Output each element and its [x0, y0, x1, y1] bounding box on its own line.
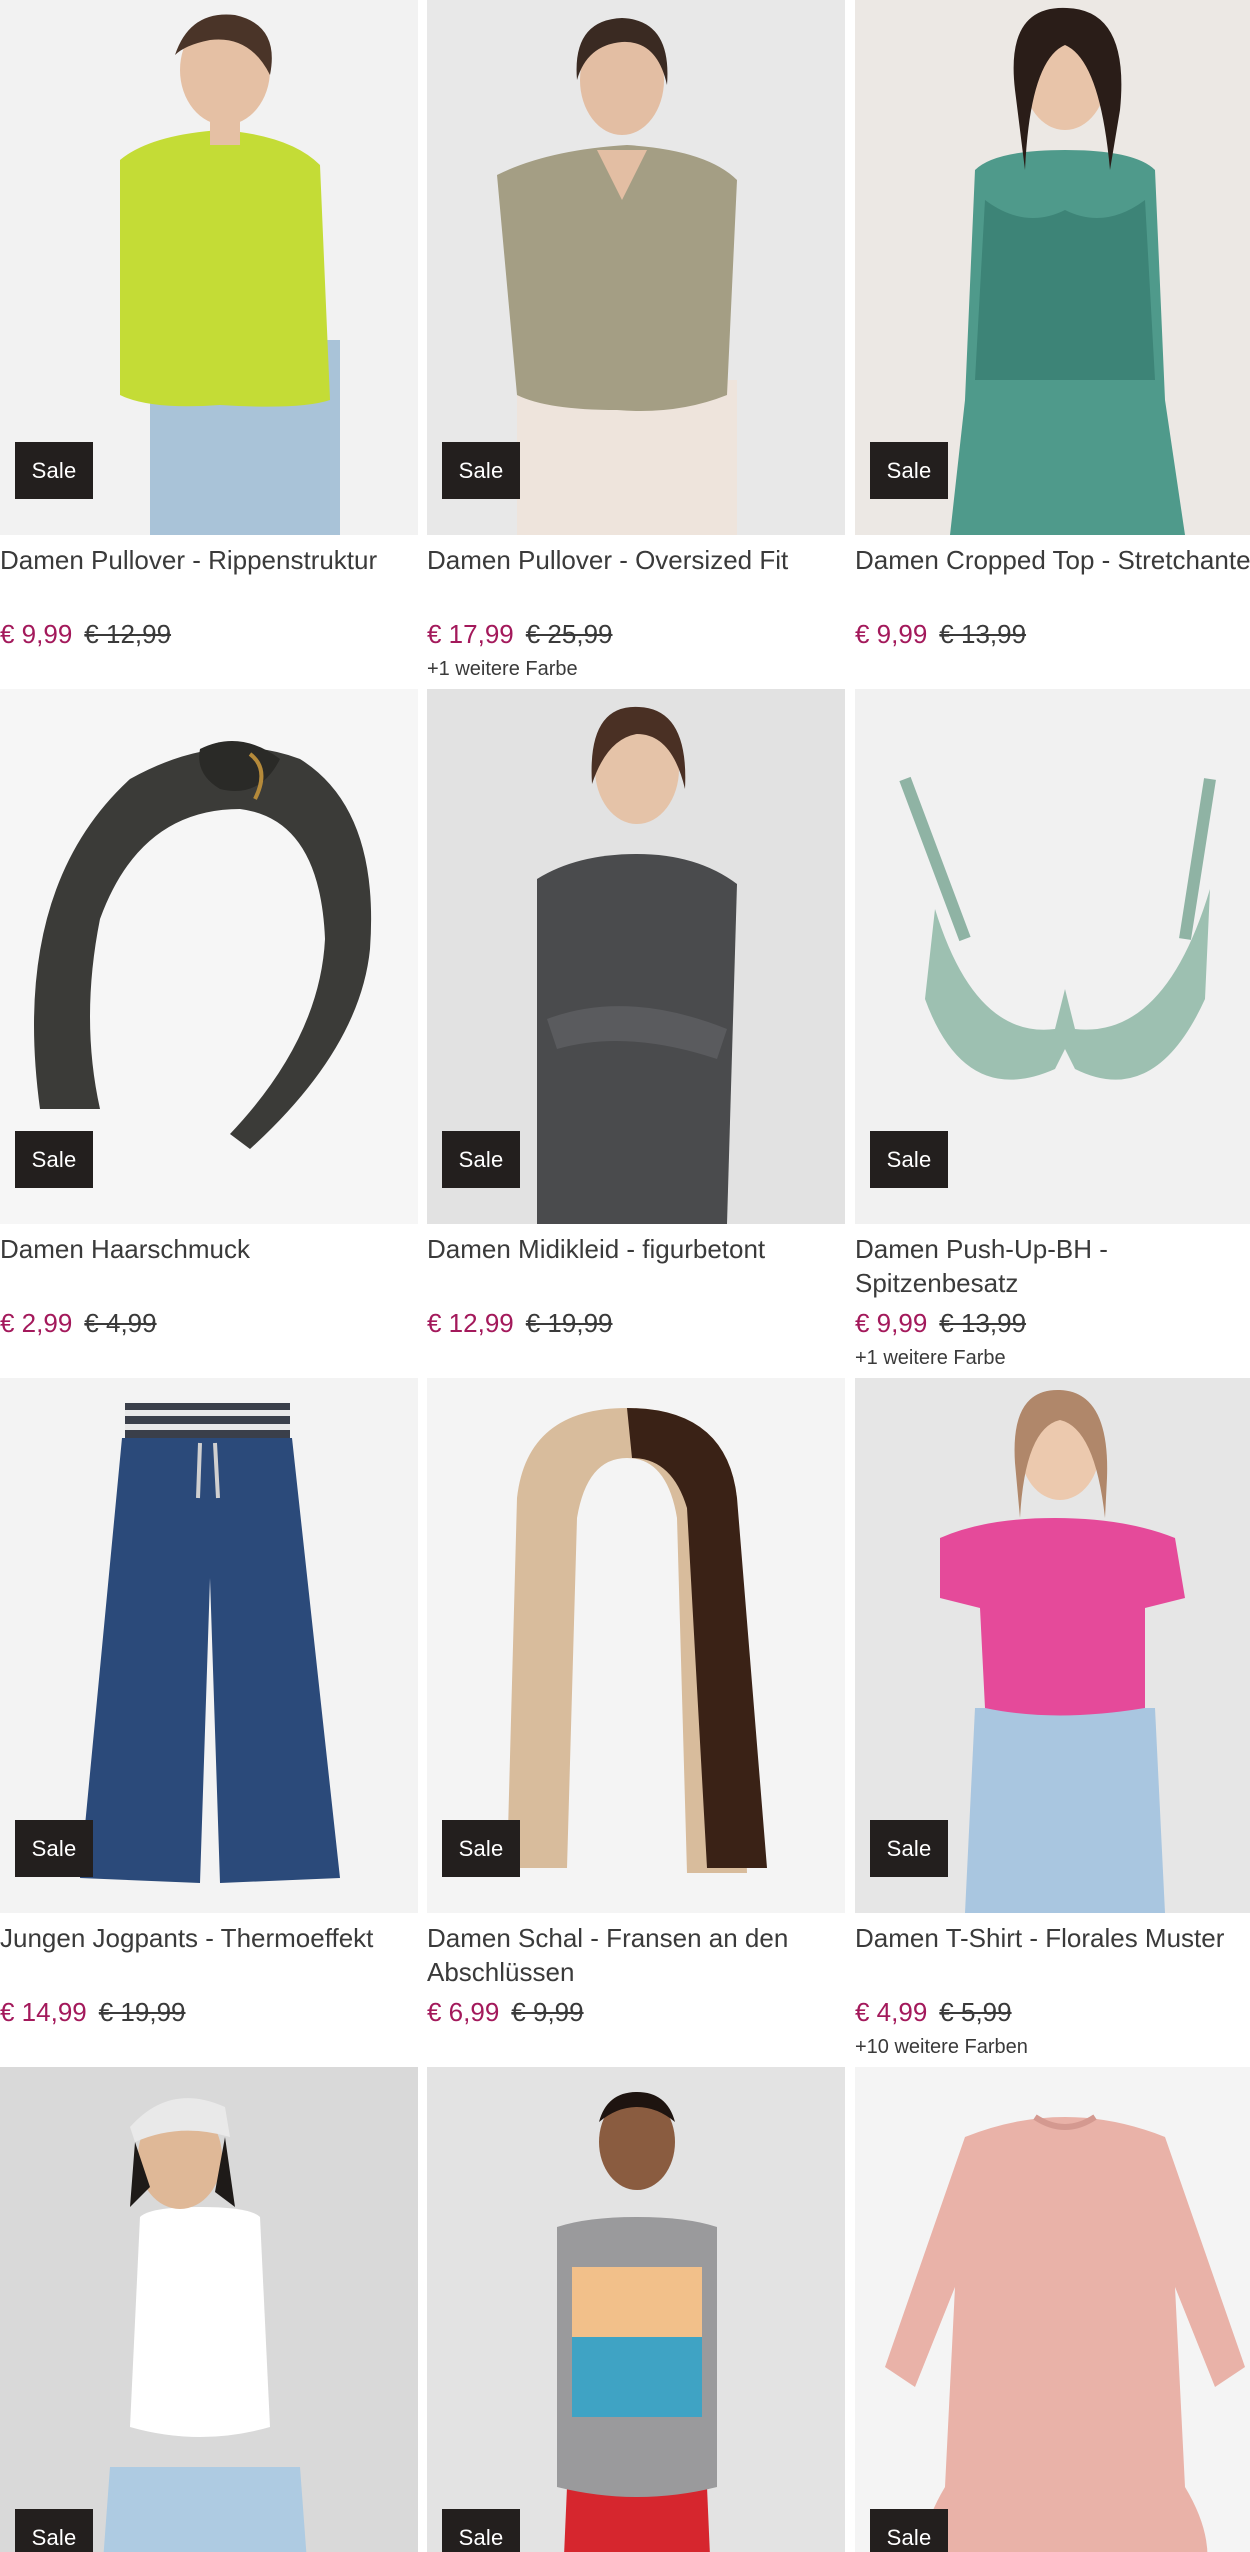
old-price: € 13,99	[939, 619, 1027, 649]
product-image[interactable]: Sale	[427, 689, 845, 1224]
sale-badge: Sale	[15, 1820, 93, 1877]
sale-price: € 2,99	[0, 1308, 73, 1338]
product-card[interactable]: Sale Damen Haarschmuck € 2,99 € 4,99	[0, 689, 418, 1345]
price-row: € 9,99 € 13,99	[855, 616, 1250, 652]
product-image[interactable]: Sale	[855, 0, 1250, 535]
sale-price: € 12,99	[427, 1308, 514, 1338]
old-price: € 13,99	[939, 1308, 1027, 1338]
old-price: € 19,99	[525, 1308, 613, 1338]
product-card[interactable]: Sale Damen Pullover - Rippenstruktur € 9…	[0, 0, 418, 656]
product-card[interactable]: Sale	[0, 2067, 418, 2552]
more-colors-label[interactable]: +10 weitere Farben	[855, 2034, 1250, 2060]
old-price: € 19,99	[98, 1997, 186, 2027]
product-title[interactable]: Damen Pullover - Rippenstruktur	[0, 543, 418, 611]
product-card[interactable]: Sale	[427, 2067, 845, 2552]
price-row: € 17,99 € 25,99	[427, 616, 845, 652]
price-row: € 4,99 € 5,99	[855, 1994, 1250, 2030]
sale-price: € 9,99	[855, 1308, 928, 1338]
product-title[interactable]: Damen Schal - Fransen an den Abschlüssen	[427, 1921, 845, 1989]
old-price: € 12,99	[84, 619, 172, 649]
product-card[interactable]: Sale Damen Midikleid - figurbetont € 12,…	[427, 689, 845, 1345]
product-image[interactable]: Sale	[427, 1378, 845, 1913]
sale-price: € 6,99	[427, 1997, 500, 2027]
sale-badge: Sale	[870, 442, 948, 499]
sale-price: € 4,99	[855, 1997, 928, 2027]
old-price: € 25,99	[525, 619, 613, 649]
product-image[interactable]: Sale	[0, 2067, 418, 2552]
product-title[interactable]: Damen Haarschmuck	[0, 1232, 418, 1300]
product-title[interactable]: Damen Midikleid - figurbetont	[427, 1232, 845, 1300]
product-title[interactable]: Jungen Jogpants - Thermoeffekt	[0, 1921, 418, 1989]
sale-price: € 9,99	[855, 619, 928, 649]
sale-badge: Sale	[15, 442, 93, 499]
product-title[interactable]: Damen T-Shirt - Florales Muster	[855, 1921, 1250, 1989]
sale-price: € 14,99	[0, 1997, 87, 2027]
price-row: € 2,99 € 4,99	[0, 1305, 418, 1341]
product-card[interactable]: Sale Damen Schal - Fransen an den Abschl…	[427, 1378, 845, 2034]
price-row: € 14,99 € 19,99	[0, 1994, 418, 2030]
product-card[interactable]: Sale Damen Cropped Top - Stretchanteil €…	[855, 0, 1250, 656]
sale-badge: Sale	[442, 442, 520, 499]
product-image[interactable]: Sale	[0, 1378, 418, 1913]
product-grid: Sale Damen Pullover - Rippenstruktur € 9…	[0, 0, 1250, 2552]
product-card[interactable]: Sale	[855, 2067, 1250, 2552]
sale-badge: Sale	[870, 2509, 948, 2552]
product-card[interactable]: Sale Jungen Jogpants - Thermoeffekt € 14…	[0, 1378, 418, 2034]
sale-badge: Sale	[442, 1820, 520, 1877]
product-card[interactable]: Sale Damen Push-Up-BH - Spitzenbesatz € …	[855, 689, 1250, 1371]
price-row: € 12,99 € 19,99	[427, 1305, 845, 1341]
sale-price: € 9,99	[0, 619, 73, 649]
product-image[interactable]: Sale	[427, 0, 845, 535]
sale-badge: Sale	[442, 1131, 520, 1188]
old-price: € 4,99	[84, 1308, 157, 1338]
old-price: € 9,99	[511, 1997, 584, 2027]
product-image[interactable]: Sale	[855, 2067, 1250, 2552]
price-row: € 6,99 € 9,99	[427, 1994, 845, 2030]
sale-badge: Sale	[870, 1820, 948, 1877]
product-card[interactable]: Sale Damen T-Shirt - Florales Muster € 4…	[855, 1378, 1250, 2060]
product-image[interactable]: Sale	[0, 689, 418, 1224]
product-title[interactable]: Damen Pullover - Oversized Fit	[427, 543, 845, 611]
sale-badge: Sale	[15, 1131, 93, 1188]
old-price: € 5,99	[939, 1997, 1012, 2027]
sale-badge: Sale	[442, 2509, 520, 2552]
more-colors-label[interactable]: +1 weitere Farbe	[427, 656, 845, 682]
product-image[interactable]: Sale	[0, 0, 418, 535]
product-image[interactable]: Sale	[855, 1378, 1250, 1913]
price-row: € 9,99 € 13,99	[855, 1305, 1250, 1341]
sale-badge: Sale	[870, 1131, 948, 1188]
product-card[interactable]: Sale Damen Pullover - Oversized Fit € 17…	[427, 0, 845, 682]
sale-badge: Sale	[15, 2509, 93, 2552]
more-colors-label[interactable]: +1 weitere Farbe	[855, 1345, 1250, 1371]
product-image[interactable]: Sale	[427, 2067, 845, 2552]
sale-price: € 17,99	[427, 619, 514, 649]
product-title[interactable]: Damen Cropped Top - Stretchanteil	[855, 543, 1250, 611]
product-title[interactable]: Damen Push-Up-BH - Spitzenbesatz	[855, 1232, 1250, 1300]
product-image[interactable]: Sale	[855, 689, 1250, 1224]
price-row: € 9,99 € 12,99	[0, 616, 418, 652]
